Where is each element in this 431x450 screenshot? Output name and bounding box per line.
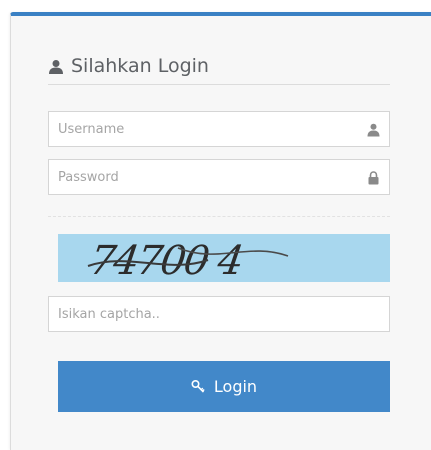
lock-icon: [367, 170, 380, 185]
user-icon: [367, 122, 380, 137]
captcha-field[interactable]: [48, 296, 390, 332]
page-title: Silahkan Login: [48, 52, 209, 80]
captcha-text: 74700 4: [87, 238, 245, 282]
user-icon: [48, 58, 64, 74]
key-icon: [191, 379, 206, 394]
captcha-input[interactable]: [49, 297, 389, 331]
login-button-label: Login: [213, 377, 258, 396]
title-divider: [48, 84, 390, 85]
username-field[interactable]: [48, 111, 390, 147]
login-button[interactable]: Login: [58, 361, 390, 412]
form-divider: [48, 216, 390, 217]
captcha-image: 74700 4: [58, 234, 390, 282]
username-input[interactable]: [49, 112, 389, 146]
password-input[interactable]: [49, 160, 389, 194]
password-field[interactable]: [48, 159, 390, 195]
page-title-text: Silahkan Login: [71, 55, 209, 77]
